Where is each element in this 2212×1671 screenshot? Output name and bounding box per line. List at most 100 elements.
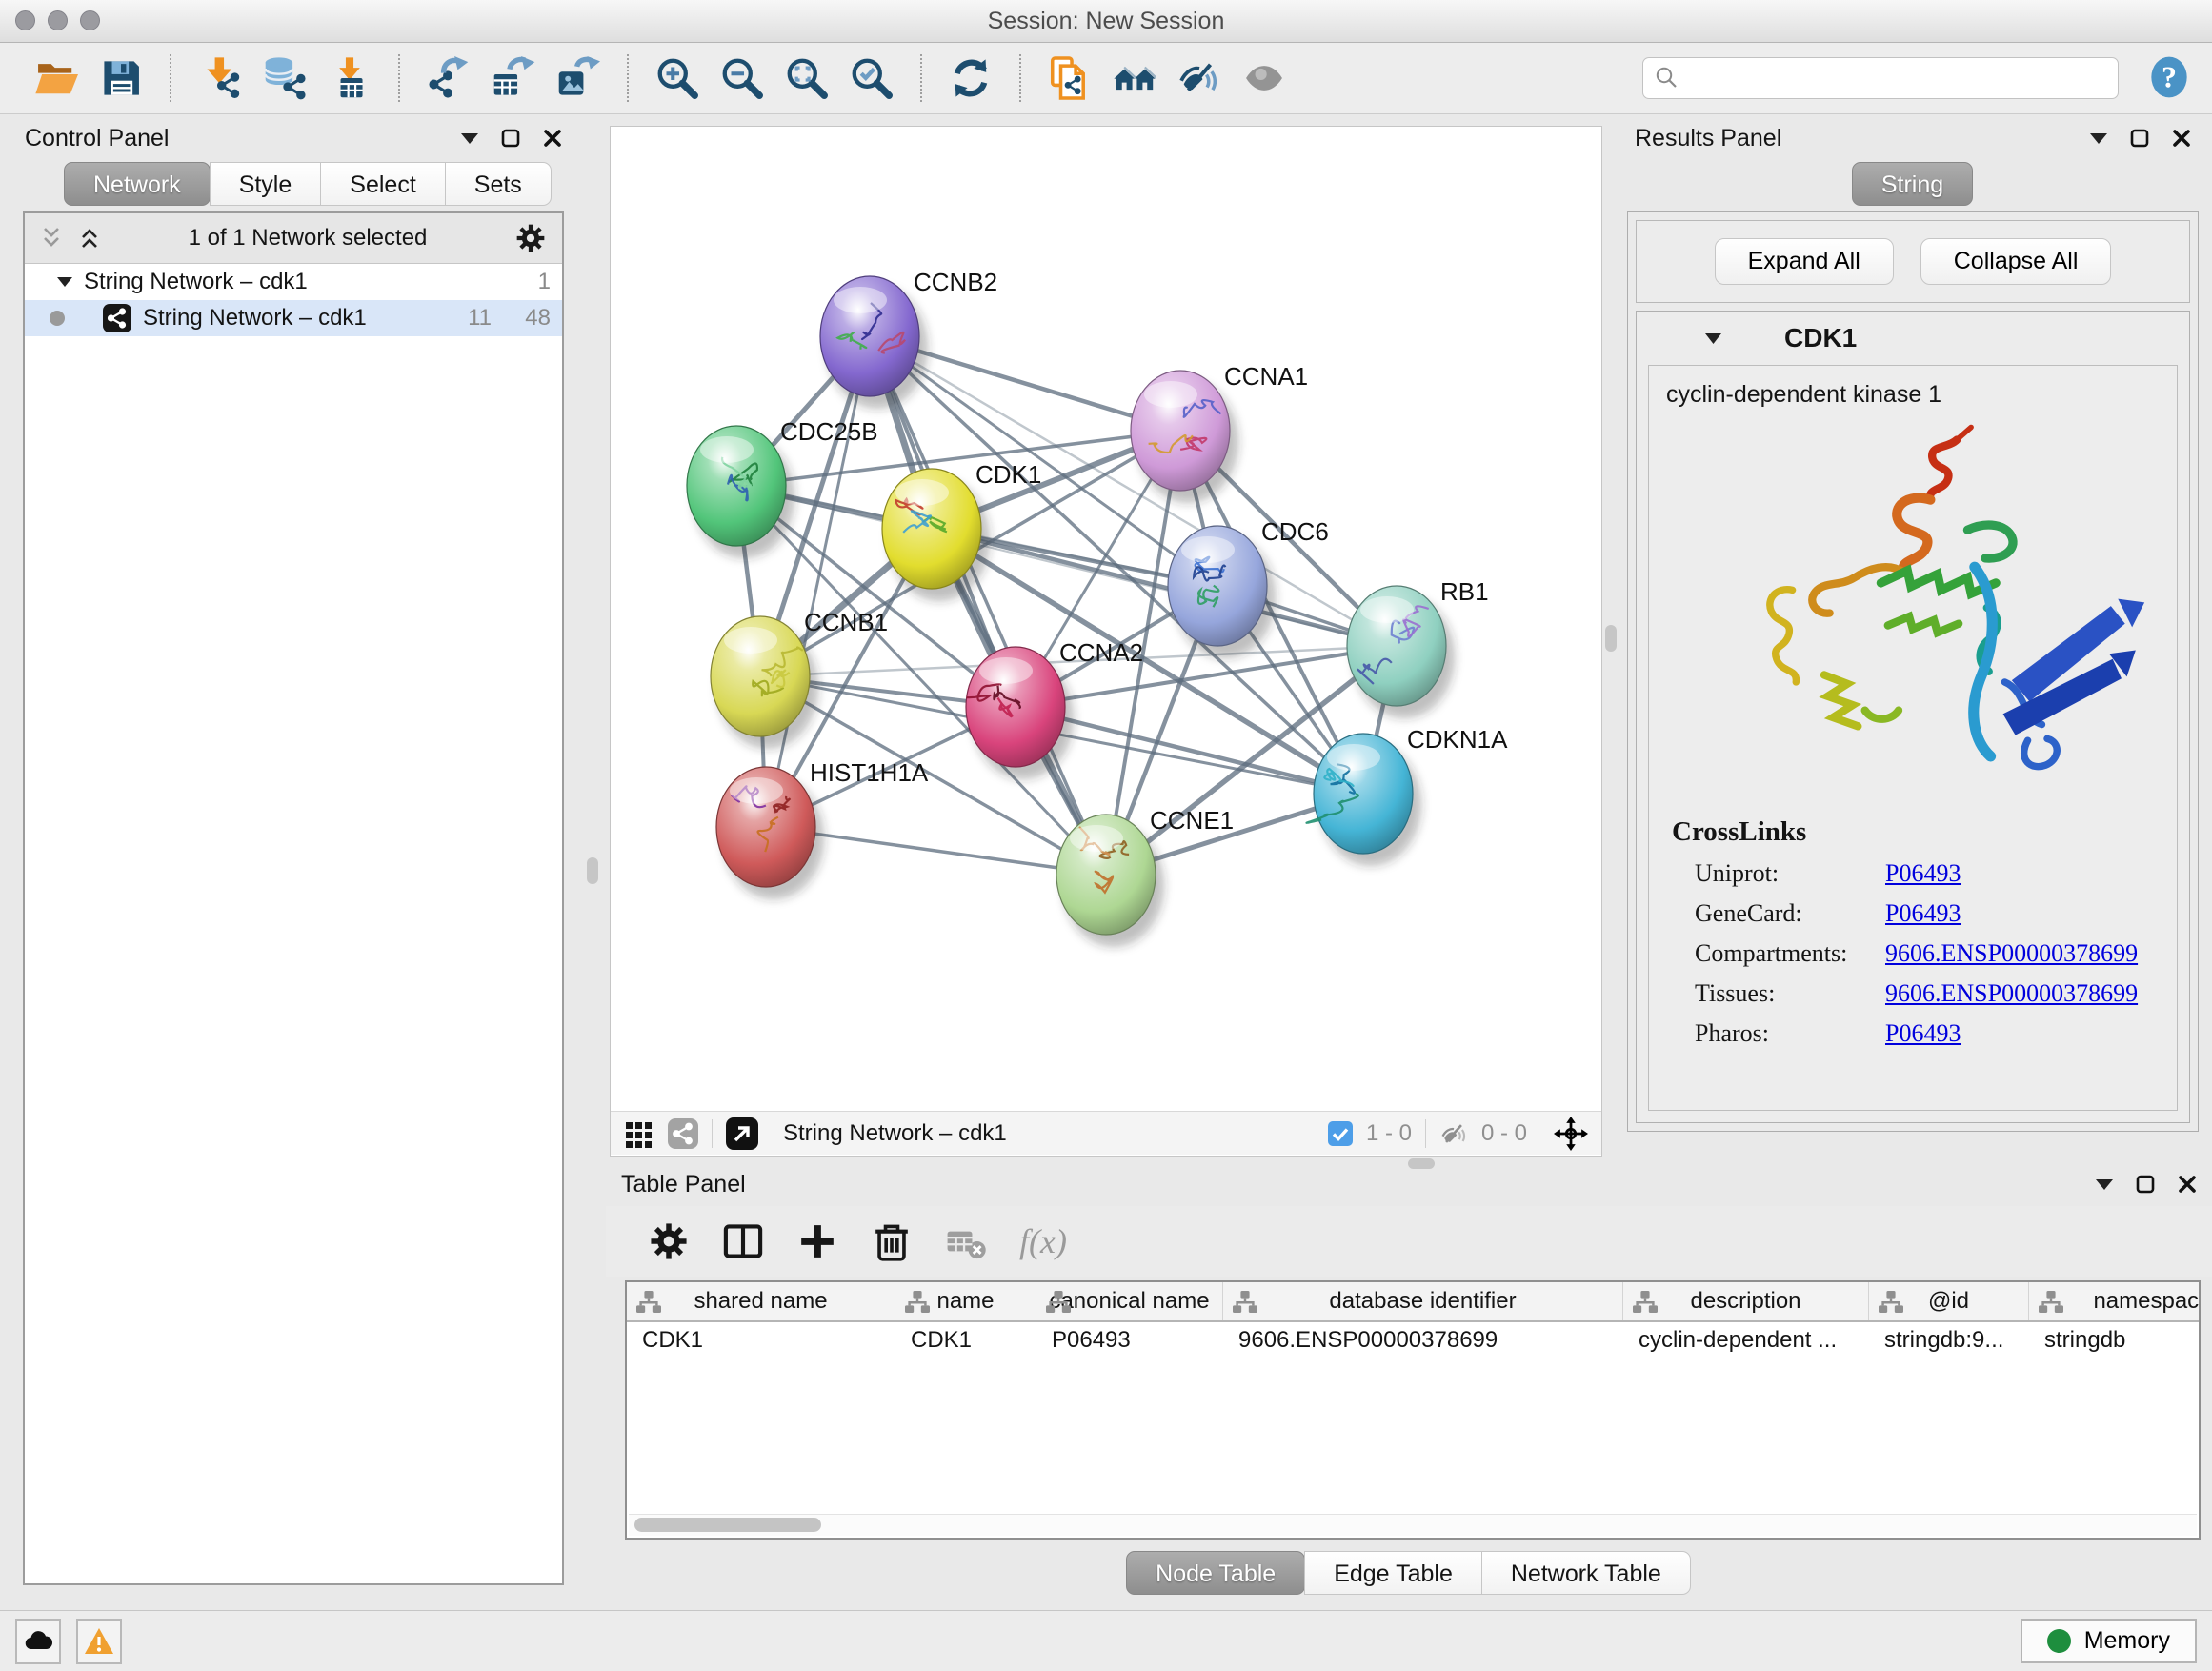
network-node[interactable]: [1056, 815, 1164, 947]
panel-float-icon[interactable]: [501, 129, 520, 148]
crosslink-link[interactable]: P06493: [1885, 899, 1961, 928]
network-node[interactable]: [1347, 586, 1455, 718]
warning-icon[interactable]: [76, 1619, 122, 1664]
selected-checkbox-icon[interactable]: [1328, 1121, 1353, 1146]
network-collection-row[interactable]: String Network – cdk1 1: [25, 264, 562, 300]
tab-network-table[interactable]: Network Table: [1481, 1551, 1691, 1595]
save-session-button[interactable]: [93, 50, 149, 107]
search-input[interactable]: [1689, 64, 2106, 92]
column-header-name[interactable]: name: [895, 1282, 1036, 1320]
zoom-selected-button[interactable]: [844, 50, 899, 107]
zoom-out-button[interactable]: [714, 50, 770, 107]
minimize-window-button[interactable]: [48, 10, 68, 30]
network-node[interactable]: [882, 469, 990, 601]
splitter-handle[interactable]: [587, 857, 598, 884]
share-document-button[interactable]: [1042, 50, 1097, 107]
column-header-canonical-name[interactable]: canonical name: [1036, 1282, 1223, 1320]
zoom-window-button[interactable]: [80, 10, 100, 30]
export-network-button[interactable]: [421, 50, 476, 107]
import-network-from-file-button[interactable]: [192, 50, 248, 107]
column-header-shared-name[interactable]: shared name: [627, 1282, 895, 1320]
hidden-eye-icon[interactable]: [1439, 1119, 1468, 1148]
network-node[interactable]: [966, 647, 1074, 779]
tab-select[interactable]: Select: [320, 162, 445, 206]
show-columns-icon[interactable]: [722, 1220, 764, 1262]
tab-string[interactable]: String: [1852, 162, 1973, 206]
network-node[interactable]: [1168, 526, 1276, 658]
network-node[interactable]: [716, 767, 824, 899]
expand-all-button[interactable]: Expand All: [1715, 238, 1894, 285]
horizontal-scrollbar[interactable]: [629, 1514, 2197, 1536]
crosslink-link[interactable]: 9606.ENSP00000378699: [1885, 979, 2138, 1008]
delete-column-icon[interactable]: [871, 1220, 913, 1262]
column-header-database-identifier[interactable]: database identifier: [1223, 1282, 1623, 1320]
panel-close-icon[interactable]: [543, 129, 562, 148]
add-column-icon[interactable]: [796, 1220, 838, 1262]
tab-edge-table[interactable]: Edge Table: [1304, 1551, 1482, 1595]
crosslink-link[interactable]: 9606.ENSP00000378699: [1885, 939, 2138, 968]
table-gear-icon[interactable]: [648, 1220, 690, 1262]
tab-network[interactable]: Network: [64, 162, 211, 206]
expand-all-icon[interactable]: [40, 226, 63, 251]
export-table-button[interactable]: [486, 50, 541, 107]
close-window-button[interactable]: [15, 10, 35, 30]
scrollbar-thumb[interactable]: [634, 1518, 821, 1532]
memory-button[interactable]: Memory: [2021, 1619, 2197, 1663]
refresh-view-button[interactable]: [943, 50, 998, 107]
import-network-from-database-button[interactable]: [257, 50, 312, 107]
import-table-from-file-button[interactable]: [322, 50, 377, 107]
panel-menu-icon[interactable]: [2090, 133, 2107, 144]
table-cell[interactable]: cyclin-dependent ...: [1623, 1322, 1869, 1359]
table-cell[interactable]: 9606.ENSP00000378699: [1223, 1322, 1623, 1359]
string-home-button[interactable]: [1107, 50, 1162, 107]
crosslink-link[interactable]: P06493: [1885, 859, 1961, 888]
collapse-all-button[interactable]: Collapse All: [1920, 238, 2112, 285]
open-session-button[interactable]: [29, 50, 84, 107]
hide-glasses-button[interactable]: [1172, 50, 1227, 107]
splitter-handle[interactable]: [1605, 625, 1617, 652]
network-node[interactable]: [1131, 371, 1238, 503]
panel-float-icon[interactable]: [2136, 1175, 2155, 1194]
table-row[interactable]: CDK1CDK1P064939606.ENSP00000378699cyclin…: [627, 1322, 2199, 1359]
gear-icon[interactable]: [514, 222, 547, 254]
cloud-icon[interactable]: [15, 1619, 61, 1664]
table-cell[interactable]: CDK1: [627, 1322, 895, 1359]
tab-node-table[interactable]: Node Table: [1126, 1551, 1305, 1595]
open-in-new-window-icon[interactable]: [726, 1117, 758, 1150]
collapse-all-icon[interactable]: [78, 226, 101, 251]
network-canvas[interactable]: CCNB2CCNA1CDC25BCDK1CDC6RB1CCNB1CCNA2CDK…: [611, 127, 1601, 1111]
column-header-description[interactable]: description: [1623, 1282, 1869, 1320]
column-header-namespace[interactable]: namespace: [2029, 1282, 2201, 1320]
network-node[interactable]: [820, 276, 928, 409]
export-image-button[interactable]: [551, 50, 606, 107]
table-cell[interactable]: CDK1: [895, 1322, 1036, 1359]
panel-close-icon[interactable]: [2178, 1175, 2197, 1194]
panel-float-icon[interactable]: [2130, 129, 2149, 148]
table-cell[interactable]: P06493: [1036, 1322, 1223, 1359]
network-row[interactable]: String Network – cdk1 11 48: [25, 300, 562, 336]
help-button[interactable]: ?: [2147, 54, 2191, 103]
network-node[interactable]: [1306, 734, 1421, 866]
crosslink-link[interactable]: P06493: [1885, 1019, 1961, 1048]
tab-style[interactable]: Style: [210, 162, 322, 206]
grid-icon[interactable]: [624, 1118, 654, 1149]
panel-close-icon[interactable]: [2172, 129, 2191, 148]
section-collapse-icon[interactable]: [1705, 333, 1721, 344]
network-node[interactable]: [687, 426, 794, 558]
zoom-fit-button[interactable]: [779, 50, 835, 107]
splitter-handle[interactable]: [1408, 1158, 1435, 1169]
navigator-crosshair-icon[interactable]: [1554, 1117, 1588, 1151]
zoom-in-button[interactable]: [650, 50, 705, 107]
gene-section-header[interactable]: CDK1: [1637, 312, 2189, 365]
column-header--id[interactable]: @id: [1869, 1282, 2029, 1320]
network-edge[interactable]: [870, 336, 1106, 875]
network-overview-icon[interactable]: [668, 1118, 698, 1149]
search-box[interactable]: [1642, 57, 2119, 99]
tab-sets[interactable]: Sets: [445, 162, 552, 206]
panel-menu-icon[interactable]: [2096, 1179, 2113, 1190]
table-cell[interactable]: stringdb: [2029, 1322, 2201, 1359]
tree-collapse-icon[interactable]: [57, 277, 72, 287]
table-cell[interactable]: stringdb:9...: [1869, 1322, 2029, 1359]
network-edge[interactable]: [766, 336, 870, 827]
panel-menu-icon[interactable]: [461, 133, 478, 144]
